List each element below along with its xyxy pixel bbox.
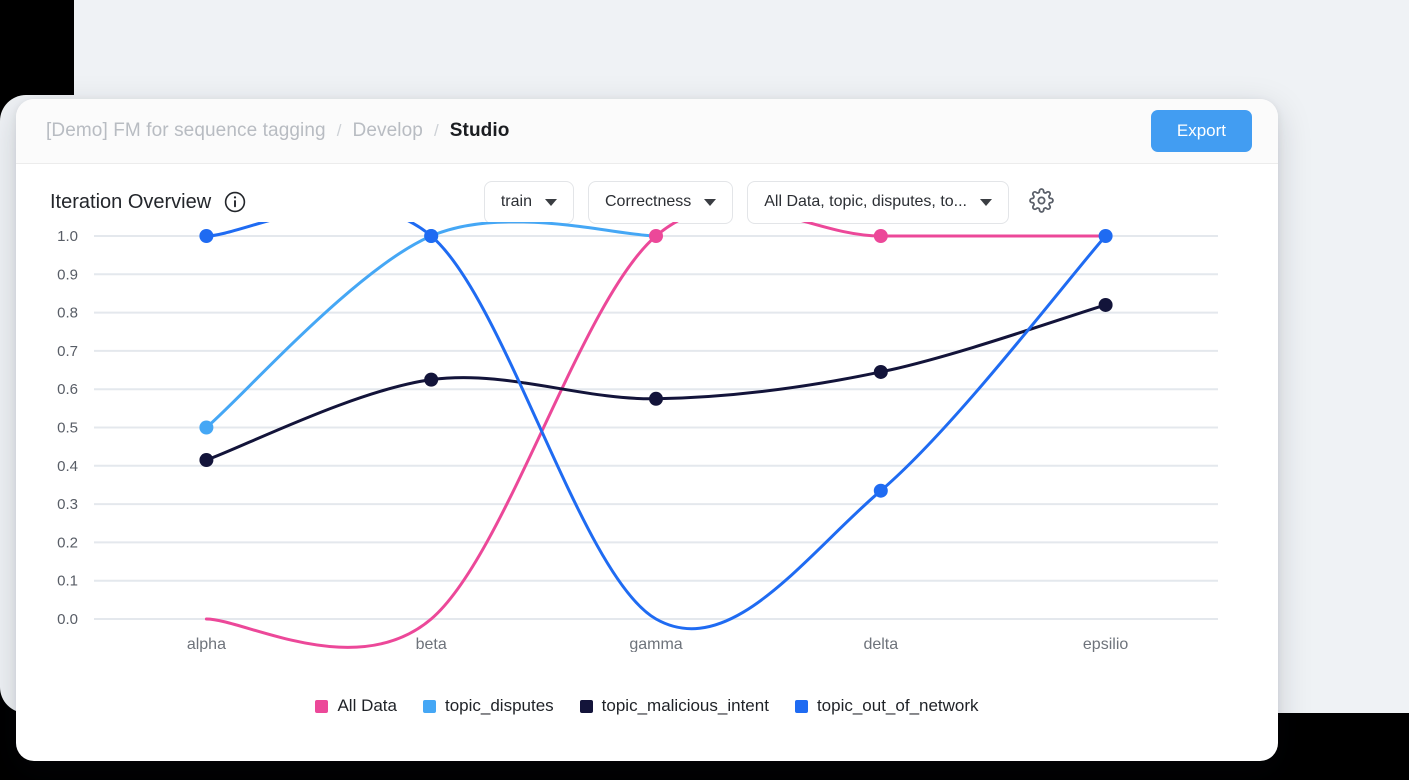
legend-color-swatch	[422, 699, 436, 713]
y-axis-tick-label: 1.0	[57, 228, 78, 245]
x-axis-tick-label: epsilio	[1083, 636, 1128, 652]
x-axis-labels: alpha beta gamma delta epsilio	[187, 636, 1129, 652]
x-axis-tick-label: alpha	[187, 636, 226, 652]
legend-item[interactable]: topic_disputes	[422, 696, 554, 716]
series-line	[204, 222, 1108, 631]
legend-label: topic_out_of_network	[816, 696, 979, 715]
series-line	[204, 303, 1108, 462]
panel-title-group: Iteration Overview	[50, 191, 246, 214]
data-point-marker[interactable]	[199, 229, 214, 243]
y-axis-tick-label: 0.4	[57, 458, 78, 475]
data-point-marker[interactable]	[199, 420, 214, 435]
breadcrumb-separator-1: /	[336, 121, 342, 140]
data-point-marker[interactable]	[1098, 297, 1113, 312]
info-circle-icon[interactable]	[224, 191, 246, 213]
data-point-marker[interactable]	[873, 229, 888, 243]
legend-label: All Data	[337, 696, 397, 715]
data-point-marker[interactable]	[649, 229, 663, 243]
breadcrumb-separator-2: /	[433, 121, 439, 140]
data-point-marker[interactable]	[873, 364, 888, 379]
page-title: Iteration Overview	[50, 190, 212, 213]
y-axis-tick-label: 0.5	[57, 420, 78, 437]
breadcrumb-item-develop[interactable]: Develop	[353, 120, 423, 142]
y-axis-tick-label: 0.3	[57, 496, 78, 513]
y-axis-tick-label: 0.9	[57, 266, 78, 283]
data-point-marker[interactable]	[1098, 229, 1113, 243]
y-axis-tick-label: 0.0	[57, 611, 78, 628]
chart-controls: train Correctness All Data, topic, dispu…	[483, 180, 1248, 224]
y-axis-labels: 0.0 0.1 0.2 0.3 0.4 0.5 0.6 0.7 0.8 0.9 1.0	[57, 228, 78, 628]
chevron-down-icon	[544, 198, 557, 206]
chart-legend: All Data topic_disputes topic_malicious_in…	[16, 696, 1278, 716]
grid-lines	[94, 235, 1218, 620]
y-axis-tick-label: 0.6	[57, 381, 78, 398]
split-select-value: train	[500, 193, 532, 210]
split-select[interactable]: train	[483, 180, 574, 224]
chart-toolbar: Iteration Overview train Correctness All…	[16, 164, 1278, 224]
gear-icon	[1029, 188, 1054, 216]
breadcrumb: [Demo] FM for sequence tagging / Develop…	[46, 120, 509, 142]
chart-canvas: 0.0 0.1 0.2 0.3 0.4 0.5 0.6 0.7 0.8 0.9 1.0 alpha b…	[57, 222, 1218, 652]
legend-item[interactable]: All Data	[315, 696, 397, 716]
data-point-markers	[199, 229, 1113, 498]
settings-button[interactable]	[1027, 186, 1056, 218]
series-line	[204, 222, 1108, 649]
x-axis-tick-label: delta	[863, 636, 898, 652]
legend-item[interactable]: topic_out_of_network	[794, 696, 979, 716]
data-point-marker[interactable]	[873, 483, 888, 498]
y-axis-tick-label: 0.8	[57, 305, 78, 322]
data-point-marker[interactable]	[424, 229, 439, 243]
y-axis-tick-label: 0.2	[57, 534, 78, 551]
breadcrumb-item-studio[interactable]: Studio	[450, 120, 510, 142]
slice-select[interactable]: All Data, topic, disputes, to...	[747, 180, 1009, 224]
metric-select-value: Correctness	[604, 193, 692, 210]
series-lines	[204, 222, 1108, 649]
studio-card: [Demo] FM for sequence tagging / Develop…	[16, 99, 1278, 761]
slice-select-value: All Data, topic, disputes, to...	[764, 193, 967, 210]
y-axis-tick-label: 0.7	[57, 343, 78, 360]
export-button[interactable]: Export	[1150, 110, 1252, 152]
legend-label: topic_disputes	[444, 696, 554, 715]
chevron-down-icon	[980, 198, 992, 206]
header-bar: [Demo] FM for sequence tagging / Develop…	[16, 99, 1278, 164]
legend-color-swatch	[315, 699, 329, 713]
legend-color-swatch	[794, 699, 808, 713]
data-point-marker[interactable]	[424, 372, 439, 387]
legend-label: topic_malicious_intent	[601, 696, 769, 715]
x-axis-tick-label: gamma	[629, 636, 682, 652]
chevron-down-icon	[704, 198, 717, 206]
data-point-marker[interactable]	[649, 391, 663, 406]
series-line	[204, 222, 658, 429]
metric-select[interactable]: Correctness	[587, 180, 734, 224]
legend-item[interactable]: topic_malicious_intent	[579, 696, 769, 716]
iteration-overview-chart: 0.0 0.1 0.2 0.3 0.4 0.5 0.6 0.7 0.8 0.9 1.0 alpha b…	[16, 222, 1278, 692]
legend-color-swatch	[579, 699, 593, 713]
y-axis-tick-label: 0.1	[57, 573, 78, 590]
breadcrumb-item-project[interactable]: [Demo] FM for sequence tagging	[46, 120, 326, 142]
data-point-marker[interactable]	[199, 453, 214, 468]
x-axis-tick-label: beta	[416, 636, 447, 652]
